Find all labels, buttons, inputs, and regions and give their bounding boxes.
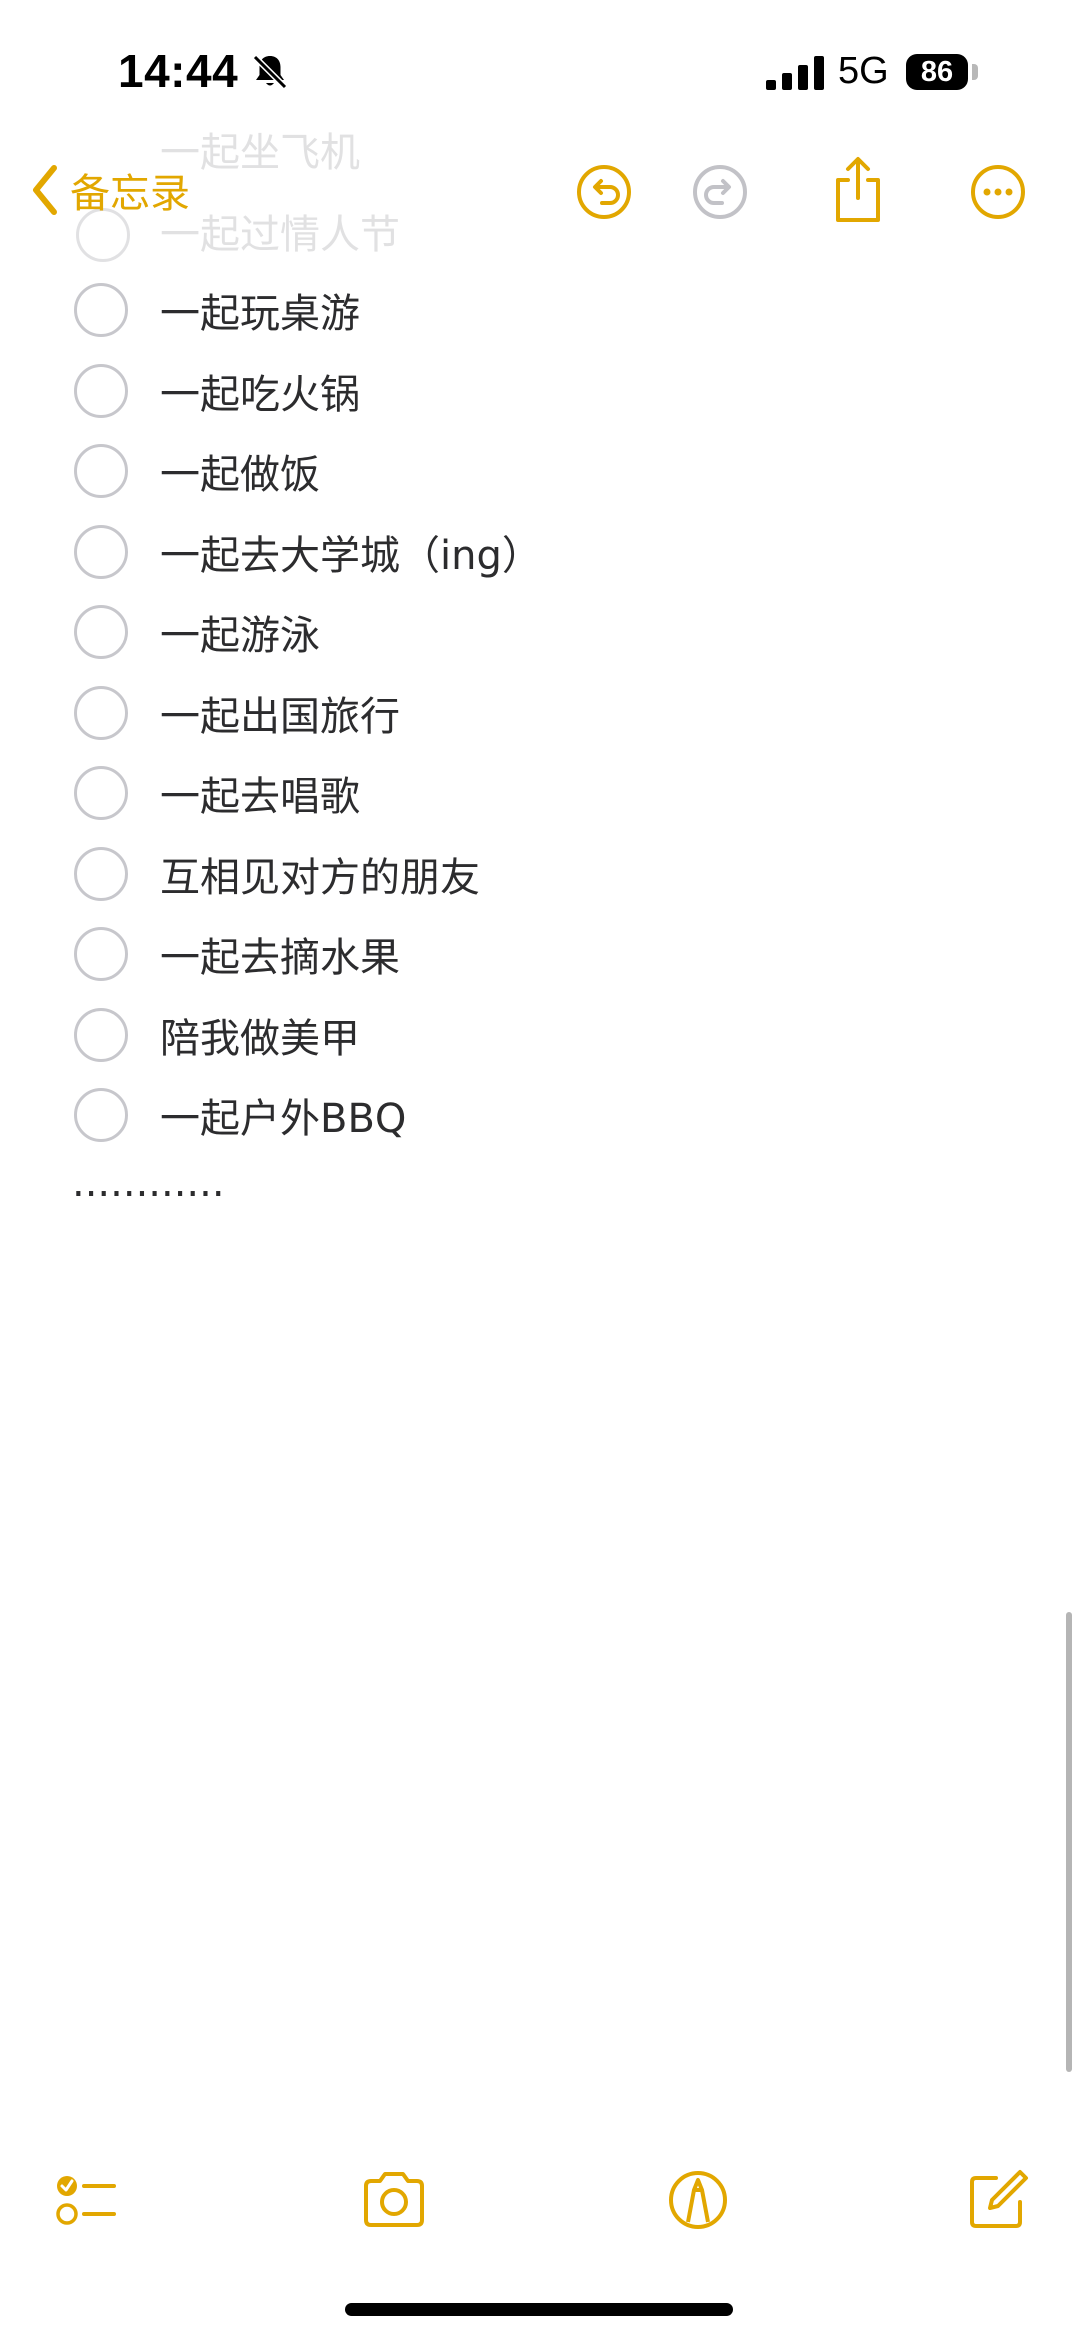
- checklist-item: 一起去摘水果: [0, 914, 1080, 995]
- checkbox-circle[interactable]: [74, 363, 128, 418]
- bell-slash-icon: [252, 54, 288, 90]
- note-checklist: 一起玩桌游 一起吃火锅 一起做饭 一起去大学城（ing） 一起游泳 一起出国旅行…: [0, 270, 1080, 1156]
- checkbox-circle[interactable]: [74, 283, 128, 338]
- checklist-item-text[interactable]: 互相见对方的朋友: [160, 845, 480, 903]
- checkbox-circle[interactable]: [74, 1088, 128, 1143]
- scrollbar[interactable]: [1066, 1612, 1072, 2072]
- checkbox-circle[interactable]: [74, 685, 128, 740]
- checklist-item: 一起做饭: [0, 431, 1080, 512]
- checklist-item: 一起游泳: [0, 592, 1080, 673]
- checklist-item-text[interactable]: 一起去大学城（ing）: [160, 523, 542, 581]
- bottom-toolbar: [0, 2160, 1080, 2240]
- signal-icon: [766, 56, 824, 90]
- checklist-item-text[interactable]: 一起去唱歌: [160, 764, 360, 822]
- markup-icon[interactable]: [664, 2166, 732, 2234]
- share-icon[interactable]: [828, 154, 888, 226]
- checklist-item: 一起户外BBQ: [0, 1075, 1080, 1156]
- checkbox-circle[interactable]: [74, 927, 128, 982]
- checklist-item-text[interactable]: 一起玩桌游: [160, 281, 360, 339]
- back-button[interactable]: 备忘录: [28, 160, 190, 220]
- checklist-item: 陪我做美甲: [0, 995, 1080, 1076]
- compose-icon[interactable]: [964, 2166, 1032, 2234]
- chevron-left-icon: [33, 165, 57, 215]
- checklist-item-text[interactable]: 一起出国旅行: [160, 684, 400, 742]
- nav-bar: 备忘录: [0, 140, 1080, 240]
- checklist-item: 一起去大学城（ing）: [0, 512, 1080, 593]
- checkbox-circle[interactable]: [74, 605, 128, 660]
- checklist-item-text[interactable]: 一起做饭: [160, 442, 320, 500]
- battery-tip: [972, 64, 978, 80]
- redo-icon[interactable]: [690, 162, 750, 222]
- status-bar: 14:44 5G 86: [0, 0, 1080, 150]
- checklist-item: 一起玩桌游: [0, 270, 1080, 351]
- home-indicator[interactable]: [345, 2303, 733, 2316]
- network-type: 5G: [838, 50, 889, 92]
- checklist-item-text[interactable]: 一起吃火锅: [160, 362, 360, 420]
- checkbox-circle[interactable]: [74, 846, 128, 901]
- checkbox-circle[interactable]: [74, 766, 128, 821]
- back-label: 备忘录: [70, 171, 190, 217]
- checklist-item: 互相见对方的朋友: [0, 834, 1080, 915]
- checkbox-circle[interactable]: [74, 1007, 128, 1062]
- checklist-item: 一起吃火锅: [0, 351, 1080, 432]
- checklist-item-text[interactable]: 一起游泳: [160, 603, 320, 661]
- checklist-item-text[interactable]: 陪我做美甲: [160, 1006, 360, 1064]
- more-icon[interactable]: [968, 162, 1028, 222]
- note-trailing-text[interactable]: ............: [72, 1160, 225, 1206]
- undo-icon[interactable]: [574, 162, 634, 222]
- checklist-item-text[interactable]: 一起去摘水果: [160, 925, 400, 983]
- camera-icon[interactable]: [360, 2166, 428, 2234]
- checklist-icon[interactable]: [50, 2166, 118, 2234]
- status-time: 14:44: [118, 45, 239, 97]
- battery-icon: 86: [906, 54, 968, 90]
- checkbox-circle[interactable]: [74, 444, 128, 499]
- checklist-item-text[interactable]: 一起户外BBQ: [160, 1086, 406, 1144]
- checkbox-circle[interactable]: [74, 524, 128, 579]
- checklist-item: 一起出国旅行: [0, 673, 1080, 754]
- checklist-item: 一起去唱歌: [0, 753, 1080, 834]
